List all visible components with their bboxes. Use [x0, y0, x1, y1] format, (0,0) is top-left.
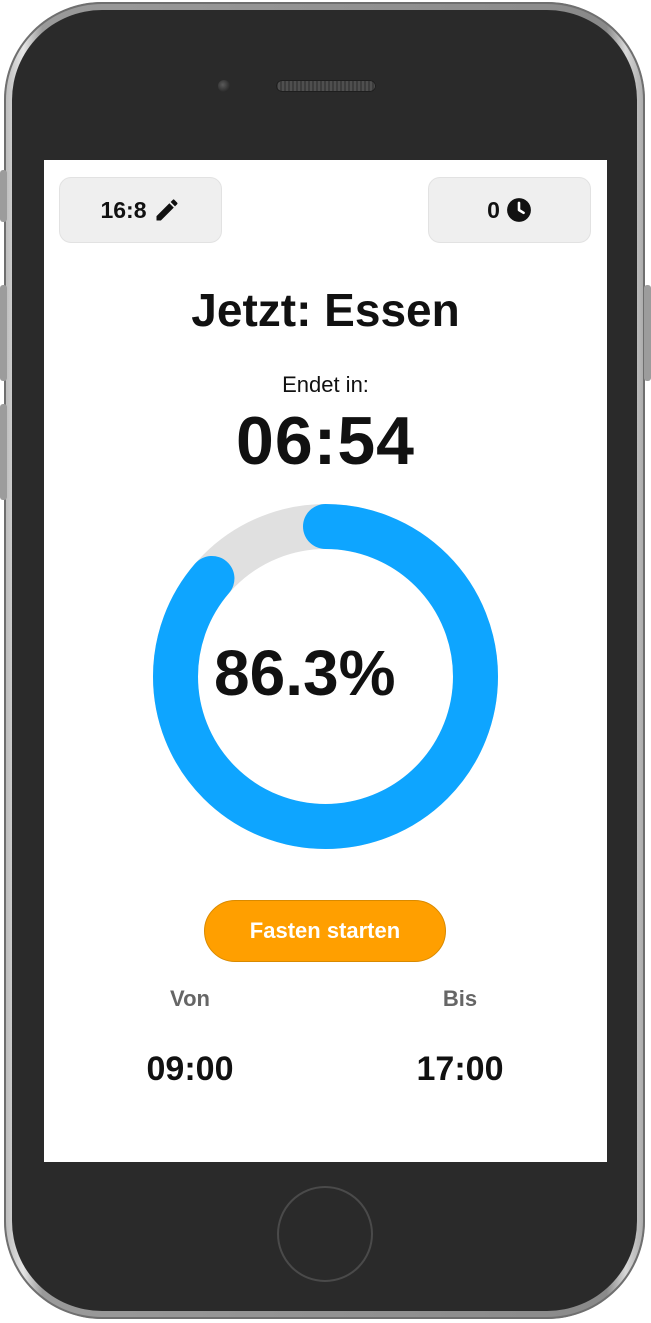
front-camera: [218, 80, 230, 92]
volume-up-button: [0, 285, 7, 381]
edit-plan-button[interactable]: 16:8: [59, 177, 222, 243]
countdown-timer: 06:54: [236, 403, 415, 479]
home-button[interactable]: [277, 1186, 373, 1282]
earpiece-speaker: [276, 80, 376, 92]
mute-switch: [0, 170, 7, 222]
app-screen: 16:8 0 Jetzt: Essen Endet in: 06:54 86.3…: [44, 160, 607, 1162]
history-count: 0: [487, 196, 500, 223]
volume-down-button: [0, 404, 7, 500]
progress-percent: 86.3%: [214, 637, 396, 709]
from-column: Von 09:00: [110, 986, 270, 1089]
to-column: Bis 17:00: [380, 986, 540, 1089]
to-time[interactable]: 17:00: [380, 1050, 540, 1089]
from-label: Von: [170, 986, 210, 1011]
status-title: Jetzt: Essen: [191, 284, 460, 336]
power-button: [644, 285, 651, 381]
history-button[interactable]: 0: [428, 177, 591, 243]
to-label: Bis: [442, 986, 478, 1011]
clock-icon: [506, 197, 532, 223]
from-time[interactable]: 09:00: [110, 1050, 270, 1089]
start-fasting-button[interactable]: Fasten starten: [204, 900, 446, 962]
pencil-icon: [153, 196, 181, 224]
plan-label: 16:8: [100, 196, 147, 223]
ends-in-label: Endet in:: [282, 372, 369, 397]
